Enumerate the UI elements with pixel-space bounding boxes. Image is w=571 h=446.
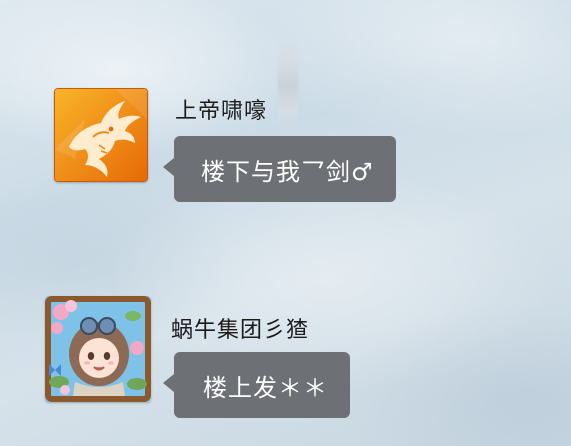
message-bubble[interactable]: 楼上发＊＊	[163, 352, 350, 418]
sender-name: 蜗牛集团彡猹	[171, 318, 310, 343]
dragon-avatar-icon	[55, 89, 147, 181]
message-bubble[interactable]: 楼下与我乛剑♂	[163, 136, 396, 202]
anime-girl-avatar-icon	[45, 296, 151, 402]
sender-avatar[interactable]	[45, 296, 151, 402]
sender-name: 上帝啸嚎	[175, 99, 268, 124]
censor-blur-mark	[278, 42, 298, 128]
message-text: 楼上发＊＊	[203, 373, 328, 402]
sender-avatar[interactable]	[54, 88, 148, 182]
message-text: 楼下与我乛剑♂	[201, 157, 374, 186]
chat-message-list: 上帝啸嚎 楼下与我乛剑♂ 蜗牛集团彡猹 楼上发＊＊	[0, 0, 571, 446]
